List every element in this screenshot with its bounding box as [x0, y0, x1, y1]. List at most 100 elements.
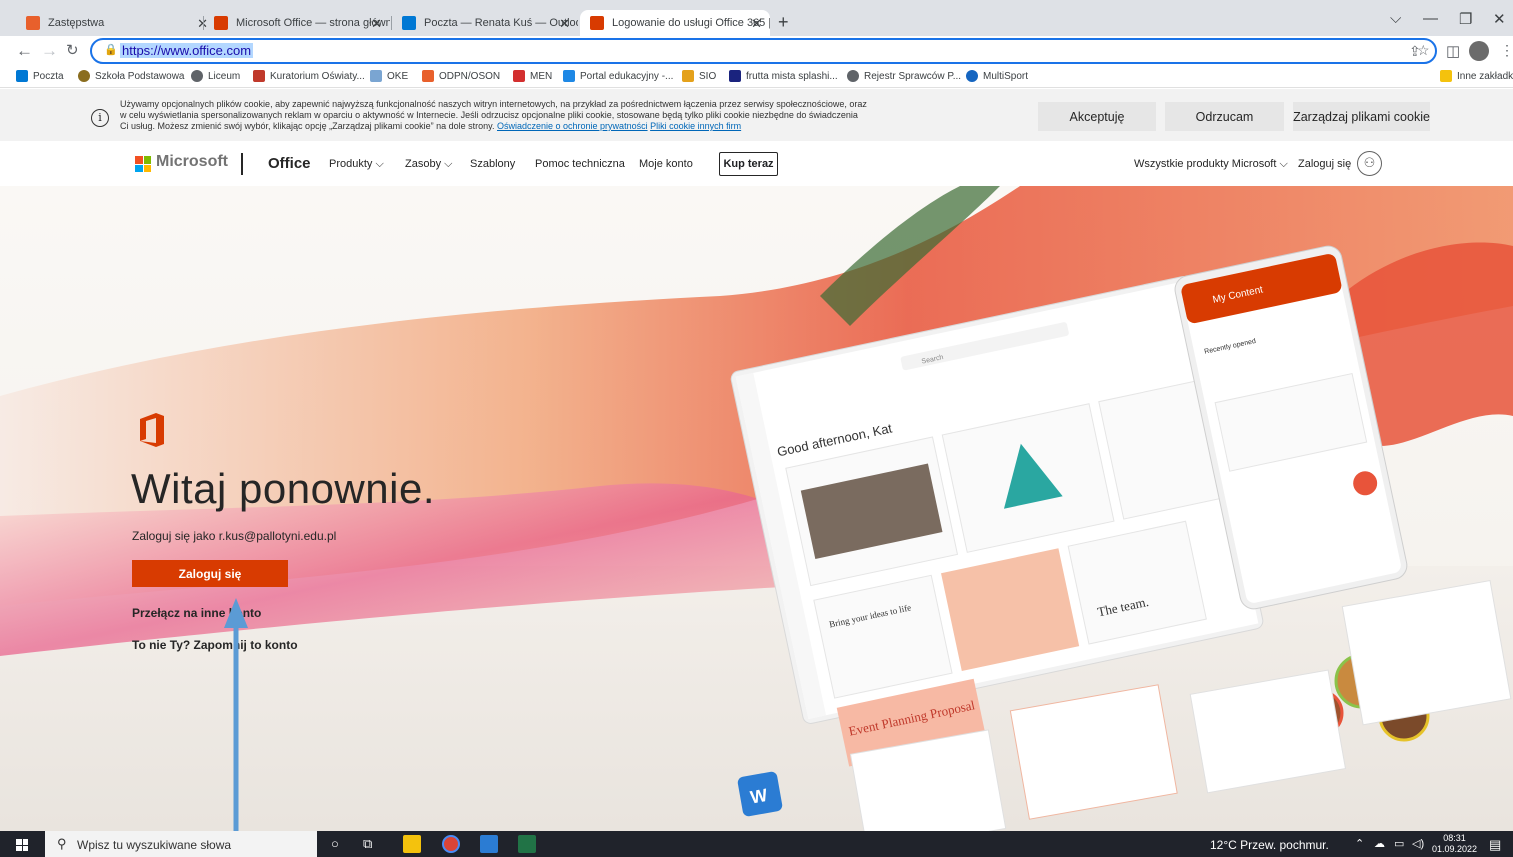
all-microsoft-menu[interactable]: Wszystkie produkty Microsoft ⌵ [1134, 158, 1288, 171]
search-placeholder[interactable]: Wpisz tu wyszukiwane słowa [77, 838, 231, 852]
third-party-cookies-link[interactable]: Pliki cookie innych firm [650, 121, 741, 131]
buy-now-button[interactable]: Kup teraz [719, 152, 778, 176]
volume-icon[interactable]: ◁) [1412, 837, 1424, 850]
bookmark-other-folder[interactable]: Inne zakładki [1440, 70, 1513, 82]
outlook-icon [16, 70, 28, 82]
user-avatar-icon[interactable]: ⚇ [1357, 151, 1382, 176]
back-icon[interactable]: ← [16, 41, 33, 61]
bookmark-men[interactable]: MEN [513, 70, 552, 82]
network-icon[interactable]: ▭ [1394, 837, 1404, 850]
portal-icon [563, 70, 575, 82]
system-clock[interactable]: 08:31 01.09.2022 [1432, 833, 1477, 855]
tab-title: Poczta — Renata Kuś — Outlook [424, 17, 578, 29]
tab-close-icon[interactable]: ✕ [371, 16, 382, 32]
cortana-icon[interactable]: ○ [331, 836, 339, 851]
url-text[interactable]: https://www.office.com [120, 43, 254, 58]
microsoft-header: Microsoft Office Produkty ⌵ Zasoby ⌵ Sza… [0, 141, 1513, 186]
bookmark-poczta[interactable]: Poczta [16, 70, 64, 82]
bookmark-oke[interactable]: OKE [370, 70, 408, 82]
privacy-statement-link[interactable]: Oświadczenie o ochronie prywatności [497, 121, 648, 131]
onedrive-icon[interactable]: ☁ [1374, 837, 1385, 850]
weather-widget[interactable]: 12°C Przew. pochmur. [1210, 838, 1329, 852]
manage-cookies-button[interactable]: Zarządzaj plikami cookie [1293, 102, 1430, 131]
bookmark-kuratorium[interactable]: Kuratorium Oświaty... [253, 70, 365, 82]
login-as-text: Zaloguj się jako r.kus@pallotyni.edu.pl [132, 529, 337, 543]
sign-in-button[interactable]: Zaloguj się [132, 560, 288, 587]
cookie-line: w celu wyświetlania spersonalizowanych r… [120, 110, 858, 120]
tab-favicon-icon [26, 16, 40, 30]
tab-outlook[interactable]: Poczta — Renata Kuś — Outlook ✕ [392, 10, 578, 36]
svg-text:W: W [749, 785, 769, 808]
microsoft-brand[interactable]: Microsoft [156, 153, 228, 171]
tab-close-icon[interactable]: ✕ [751, 16, 762, 32]
office-brand-link[interactable]: Office [268, 155, 311, 172]
restore-icon[interactable]: ❐ [1459, 10, 1472, 28]
lock-icon[interactable]: 🔒 [104, 43, 118, 56]
oke-icon [370, 70, 382, 82]
taskbar-search-box[interactable]: ⚲ Wpisz tu wyszukiwane słowa [45, 831, 317, 857]
tab-office-login[interactable]: Logowanie do usługi Office 365 | ✕ [580, 10, 770, 36]
bookmark-odpn[interactable]: ODPN/OSON [422, 70, 500, 82]
chrome-icon[interactable] [442, 835, 460, 853]
cookie-line: Używamy opcjonalnych plików cookie, aby … [120, 99, 867, 109]
reject-cookies-button[interactable]: Odrzucam [1165, 102, 1284, 131]
nav-my-account[interactable]: Moje konto [639, 158, 693, 170]
bookmark-frutta[interactable]: frutta mista splashi... [729, 70, 838, 82]
nav-resources[interactable]: Zasoby ⌵ [405, 158, 452, 171]
tab-search-icon[interactable]: ⌵ [1390, 10, 1401, 27]
nav-divider [241, 153, 243, 175]
odpn-icon [422, 70, 434, 82]
task-view-icon[interactable]: ⧉ [363, 836, 372, 852]
tab-title: Microsoft Office — strona główn [236, 17, 390, 29]
globe-icon [191, 70, 203, 82]
office-logo-icon [140, 413, 164, 447]
forget-account-link[interactable]: To nie Ty? Zapomnij to konto [132, 638, 298, 652]
windows-start-icon[interactable] [16, 839, 28, 851]
tray-chevron-icon[interactable]: ⌃ [1355, 837, 1364, 850]
bookmark-liceum[interactable]: Liceum [191, 70, 240, 82]
profile-avatar[interactable] [1469, 41, 1489, 61]
side-panel-icon[interactable]: ◫ [1446, 42, 1460, 60]
menu-kebab-icon[interactable]: ⋮ [1500, 42, 1513, 59]
bookmark-star-icon[interactable]: ☆ [1417, 42, 1430, 59]
tab-title: Zastępstwa [48, 17, 105, 29]
address-bar[interactable]: 🔒 https://www.office.com ⇪ ☆ [90, 38, 1437, 64]
forward-icon[interactable]: → [41, 41, 58, 61]
sign-in-link[interactable]: Zaloguj się [1298, 158, 1351, 170]
search-icon: ⚲ [57, 836, 67, 851]
bookmark-portal[interactable]: Portal edukacyjny -... [563, 70, 673, 82]
accept-cookies-button[interactable]: Akceptuję [1038, 102, 1156, 131]
tab-office-home[interactable]: Microsoft Office — strona główn ✕ [204, 10, 390, 36]
bookmark-szkola[interactable]: Szkoła Podstawowa [78, 70, 185, 82]
bookmark-multisport[interactable]: MultiSport [966, 70, 1028, 82]
men-icon [513, 70, 525, 82]
close-window-icon[interactable]: ✕ [1493, 10, 1506, 28]
excel-icon[interactable] [518, 835, 536, 853]
microsoft-logo-icon[interactable] [135, 156, 151, 172]
cookie-text: Używamy opcjonalnych plików cookie, aby … [120, 99, 970, 132]
clock-date: 01.09.2022 [1432, 844, 1478, 854]
school-icon [78, 70, 90, 82]
bookmark-sio[interactable]: SIO [682, 70, 716, 82]
clock-time: 08:31 [1443, 833, 1466, 843]
nav-templates[interactable]: Szablony [470, 158, 515, 170]
info-icon: i [91, 109, 109, 127]
outlook-favicon-icon [402, 16, 416, 30]
welcome-heading: Witaj ponownie. [131, 465, 435, 512]
cookie-banner: i Używamy opcjonalnych plików cookie, ab… [0, 89, 1513, 141]
notifications-icon[interactable]: ▤ [1489, 837, 1501, 853]
switch-account-link[interactable]: Przełącz na inne konto [132, 606, 261, 620]
new-tab-button[interactable]: + [778, 12, 789, 33]
multisport-icon [966, 70, 978, 82]
tab-zastepstwa[interactable]: Zastępstwa ✕ [16, 10, 216, 36]
file-explorer-icon[interactable] [403, 835, 421, 853]
cookie-line: Ci usług. Możesz zmienić swój wybór, kli… [120, 121, 495, 131]
minimize-icon[interactable]: — [1423, 10, 1438, 27]
office-favicon-icon [590, 16, 604, 30]
nav-products[interactable]: Produkty ⌵ [329, 158, 384, 171]
nav-support[interactable]: Pomoc techniczna [535, 158, 625, 170]
reload-icon[interactable]: ↻ [66, 41, 79, 59]
tab-close-icon[interactable]: ✕ [559, 16, 570, 32]
word-icon[interactable] [480, 835, 498, 853]
bookmark-rejestr[interactable]: Rejestr Sprawców P... [847, 70, 961, 82]
